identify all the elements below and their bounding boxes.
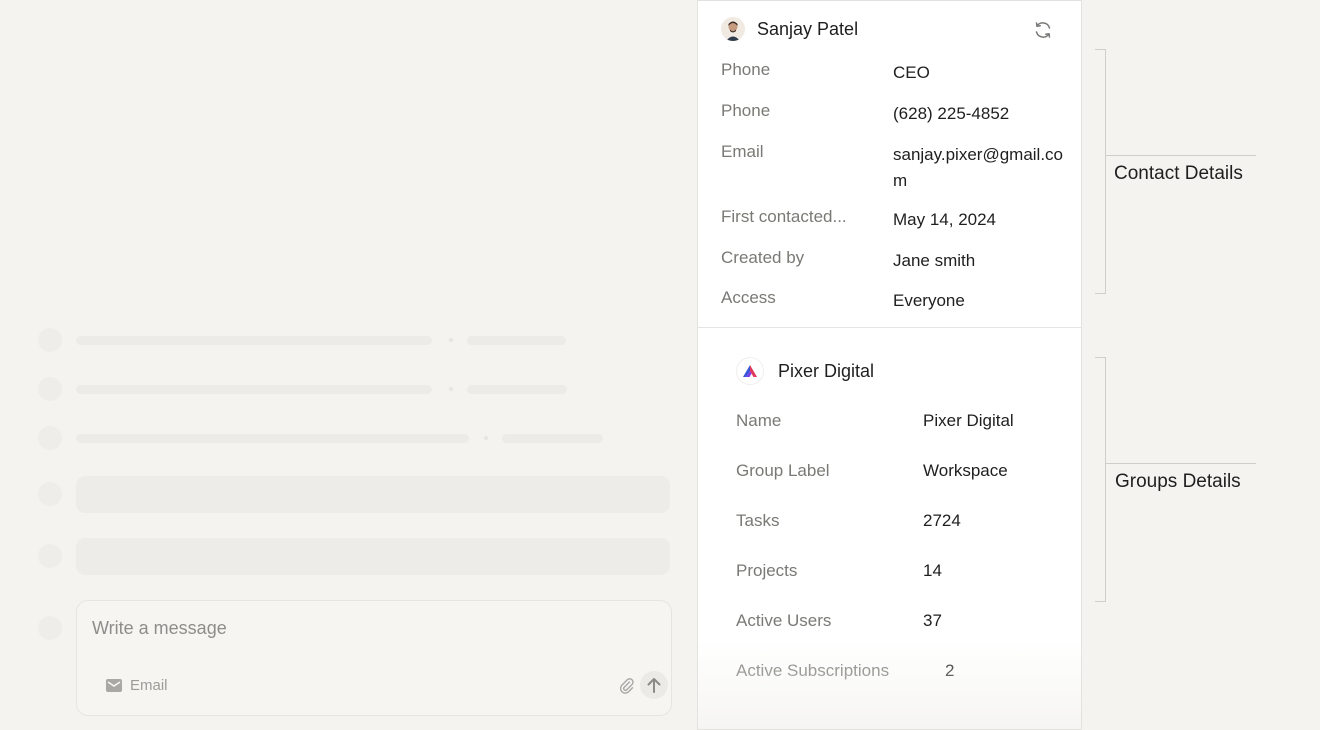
contact-annotation-line	[1106, 155, 1256, 156]
field-value[interactable]: sanjay.pixer@gmail.com	[893, 142, 1068, 194]
details-panel: Sanjay Patel Phone CEO Phone (628) 225-4…	[697, 0, 1082, 730]
skeleton-line	[76, 336, 432, 345]
field-label: First contacted...	[721, 207, 847, 226]
field-label: Projects	[736, 561, 798, 580]
skeleton-dot	[449, 387, 453, 391]
arrow-up-icon	[647, 678, 661, 693]
skeleton-line	[502, 434, 603, 443]
skeleton-avatar	[38, 544, 62, 568]
field-label: Active Subscriptions	[736, 661, 890, 680]
field-label: Phone	[721, 101, 771, 120]
channel-selector[interactable]: Email	[106, 677, 168, 694]
contact-bracket	[1095, 49, 1106, 294]
groups-bracket	[1095, 357, 1106, 602]
contact-avatar	[721, 17, 745, 41]
skeleton-line	[76, 434, 469, 443]
field-label: Tasks	[736, 511, 780, 530]
field-value[interactable]: CEO	[893, 60, 1068, 86]
field-value[interactable]: (628) 225-4852	[893, 101, 1068, 127]
skeleton-avatar	[38, 377, 62, 401]
field-value[interactable]: May 14, 2024	[893, 207, 1068, 233]
field-value[interactable]: Jane smith	[893, 248, 1068, 274]
field-value[interactable]: 2724	[923, 511, 961, 531]
field-label: Group Label	[736, 461, 830, 480]
field-label: Phone	[721, 60, 771, 79]
channel-label: Email	[130, 677, 168, 694]
field-label: Created by	[721, 248, 805, 267]
skeleton-avatar	[38, 482, 62, 506]
skeleton-avatar	[38, 426, 62, 450]
field-value[interactable]: 37	[923, 611, 942, 631]
message-composer[interactable]: Write a message Email	[76, 600, 672, 716]
contact-header: Sanjay Patel	[721, 17, 858, 41]
groups-annotation: Groups Details	[1115, 471, 1241, 492]
field-value[interactable]: 2	[945, 661, 954, 681]
send-button[interactable]	[640, 671, 668, 699]
section-divider	[698, 327, 1081, 328]
field-label: Name	[736, 411, 782, 430]
field-label: Active Users	[736, 611, 832, 630]
contact-annotation: Contact Details	[1114, 163, 1243, 184]
skeleton-avatar	[38, 328, 62, 352]
field-value[interactable]: Everyone	[893, 288, 1068, 314]
message-input[interactable]: Write a message	[92, 618, 227, 639]
paperclip-icon[interactable]	[617, 676, 635, 694]
field-label: Email	[721, 142, 764, 161]
group-header: Pixer Digital	[736, 357, 874, 385]
skeleton-line	[467, 336, 566, 345]
field-value[interactable]: Workspace	[923, 461, 1008, 481]
skeleton-dot	[449, 338, 453, 342]
skeleton-line	[76, 385, 432, 394]
group-name: Pixer Digital	[778, 360, 875, 381]
field-label: Access	[721, 288, 776, 307]
field-value[interactable]: 14	[923, 561, 942, 581]
skeleton-line	[467, 385, 567, 394]
field-value[interactable]: Pixer Digital	[923, 411, 1014, 431]
refresh-icon[interactable]	[1032, 19, 1054, 41]
contact-name: Sanjay Patel	[757, 18, 859, 39]
group-logo	[736, 357, 764, 385]
groups-annotation-line	[1106, 463, 1256, 464]
skeleton-avatar	[38, 616, 62, 640]
mail-icon	[106, 679, 122, 692]
scroll-fade	[698, 641, 1081, 729]
skeleton-block	[76, 538, 670, 575]
skeleton-dot	[484, 436, 488, 440]
skeleton-block	[76, 476, 670, 513]
